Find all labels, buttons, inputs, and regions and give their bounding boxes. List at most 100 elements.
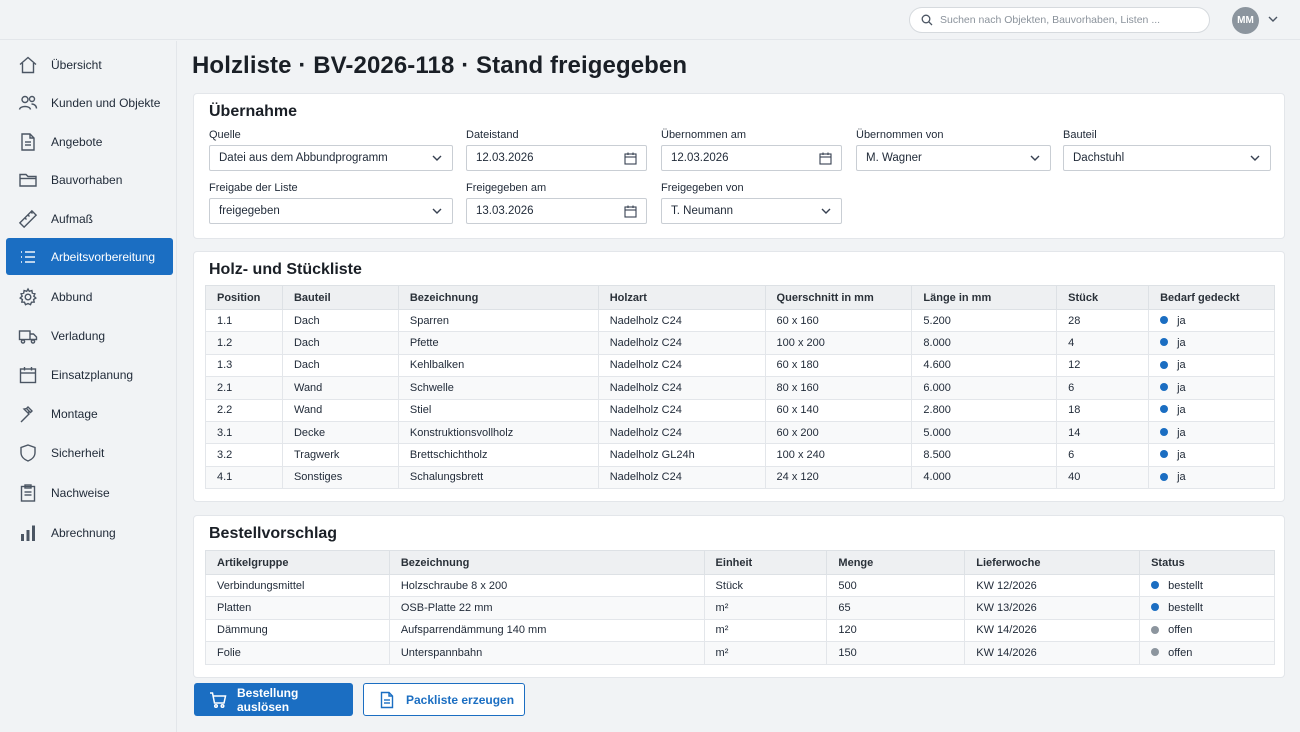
calendar-icon[interactable] — [819, 152, 832, 165]
column-header[interactable]: Bezeichnung — [388, 550, 705, 575]
column-header[interactable]: Bauteil — [281, 285, 399, 310]
sidebar-item-label: Einsatzplanung — [51, 367, 134, 382]
chevron-down-icon[interactable] — [1267, 13, 1279, 25]
freigabe-select[interactable]: freigegeben — [209, 198, 453, 224]
calendar-icon[interactable] — [624, 152, 637, 165]
table-cell: Pfette — [397, 331, 599, 355]
sidebar-item-aufmass[interactable]: Aufmaß — [6, 200, 173, 237]
status-dot-icon — [1160, 315, 1169, 324]
table-row[interactable]: 3.2 Tragwerk Brettschichtholz Nadelholz GL2… — [205, 443, 1275, 467]
calendar-icon[interactable] — [624, 205, 637, 218]
sidebar-item-label: Aufmaß — [51, 211, 94, 226]
column-header[interactable]: Einheit — [703, 550, 828, 575]
uebernahme-title: Übernahme — [209, 103, 298, 120]
bestellvorschlag-title: Bestellvorschlag — [209, 525, 338, 542]
search-box[interactable] — [909, 7, 1210, 33]
table-cell: Dach — [281, 353, 399, 378]
packliste-erzeugen-button[interactable]: Packliste erzeugen — [363, 683, 525, 716]
table-row[interactable]: 1.3 Dach Kehlbalken Nadelholz C24 60 x 180 4.… — [205, 353, 1275, 378]
table-cell: 2.2 — [205, 398, 283, 422]
table-cell: 14 — [1056, 420, 1150, 445]
status-dot-icon — [1151, 603, 1160, 612]
column-header[interactable]: Artikelgruppe — [205, 550, 390, 575]
document-icon — [378, 691, 396, 709]
table-cell: Dach — [281, 308, 399, 333]
table-cell: Schwelle — [397, 376, 599, 400]
sidebar-item-label: Übersicht — [51, 57, 102, 72]
table-cell: Schalungsbrett — [397, 465, 599, 490]
freigegeben-von-select[interactable]: T. Neumann — [661, 198, 842, 224]
table-row[interactable]: Verbindungsmittel Holzschraube 8 x 200 Stü… — [205, 573, 1275, 598]
table-cell: Nadelholz C24 — [597, 353, 766, 378]
bestellung-ausloesen-label: Bestellung auslösen — [237, 685, 299, 714]
table-row[interactable]: 1.2 Dach Pfette Nadelholz C24 100 x 200 8.000… — [205, 331, 1275, 355]
status-text: ja — [1177, 471, 1186, 484]
freigegeben-am-value: 13.03.2026 — [476, 205, 534, 217]
dateistand-date-field[interactable]: 12.03.2026 — [466, 145, 647, 171]
table-cell: offen — [1139, 618, 1275, 643]
column-header[interactable]: Bezeichnung — [397, 285, 599, 310]
sidebar-item-angebote[interactable]: Angebote — [6, 123, 173, 160]
avatar[interactable]: MM — [1232, 7, 1259, 34]
sidebar-item-bauvorhaben[interactable]: Bauvorhaben — [6, 161, 173, 198]
table-cell: 3.1 — [205, 420, 283, 445]
bestellung-ausloesen-button[interactable]: Bestellung auslösen — [194, 683, 353, 716]
uebernommen-von-label: Übernommen von — [856, 129, 944, 141]
column-header[interactable]: Querschnitt in mm — [764, 285, 913, 310]
table-row[interactable]: 3.1 Decke Konstruktionsvollholz Nadelholz C… — [205, 420, 1275, 445]
calendar-icon — [18, 365, 38, 385]
uebernommen-am-date-field[interactable]: 12.03.2026 — [661, 145, 842, 171]
table-row[interactable]: 4.1 Sonstiges Schalungsbrett Nadelholz C24 2… — [205, 465, 1275, 490]
table-row[interactable]: Folie Unterspannbahn m² 150 KW 14/2026 offen — [205, 641, 1275, 665]
sidebar-item-verladung[interactable]: Verladung — [6, 317, 173, 354]
search-input[interactable] — [940, 14, 1195, 26]
table-row[interactable]: 2.1 Wand Schwelle Nadelholz C24 80 x 160 6.00… — [205, 376, 1275, 400]
column-header[interactable]: Menge — [826, 550, 966, 575]
status-text: bestellt — [1168, 579, 1203, 592]
sidebar-item-kunden[interactable]: Kunden und Objekte — [6, 84, 173, 121]
column-header[interactable]: Holzart — [597, 285, 766, 310]
sidebar-item-abrechnung[interactable]: Abrechnung — [6, 514, 173, 551]
uebernommen-am-value: 12.03.2026 — [671, 152, 729, 164]
quelle-select[interactable]: Datei aus dem Abbundprogramm — [209, 145, 453, 171]
status-text: ja — [1177, 404, 1186, 417]
table-cell: 60 x 200 — [764, 420, 913, 445]
sidebar-item-sicherheit[interactable]: Sicherheit — [6, 434, 173, 471]
column-header[interactable]: Länge in mm — [911, 285, 1058, 310]
table-header-row: Artikelgruppe Bezeichnung Einheit Menge … — [205, 550, 1275, 575]
uebernommen-am-label: Übernommen am — [661, 129, 746, 141]
chevron-down-icon — [821, 208, 831, 214]
freigegeben-am-date-field[interactable]: 13.03.2026 — [466, 198, 647, 224]
sidebar-item-label: Montage — [51, 406, 98, 421]
bauteil-select[interactable]: Dachstuhl — [1063, 145, 1271, 171]
column-header[interactable]: Bedarf gedeckt — [1148, 285, 1275, 310]
sidebar-item-nachweise[interactable]: Nachweise — [6, 474, 173, 511]
table-cell: OSB-Platte 22 mm — [388, 596, 705, 620]
sidebar-item-montage[interactable]: Montage — [6, 395, 173, 432]
sidebar-item-einsatzplanung[interactable]: Einsatzplanung — [6, 356, 173, 393]
freigabe-label: Freigabe der Liste — [209, 182, 298, 194]
status-text: offen — [1168, 646, 1193, 659]
sidebar-item-abbund[interactable]: Abbund — [6, 278, 173, 315]
sidebar-item-uebersicht[interactable]: Übersicht — [6, 46, 173, 83]
sidebar-item-label: Arbeitsvorbereitung — [51, 249, 156, 264]
table-row[interactable]: Dämmung Aufsparrendämmung 140 mm m² 120 KW 1… — [205, 618, 1275, 643]
table-cell: Dämmung — [205, 618, 390, 643]
table-cell: 120 — [826, 618, 966, 643]
page-title: Holzliste · BV-2026-118 · Stand freigege… — [192, 52, 688, 79]
table-cell: 1.3 — [205, 353, 283, 378]
uebernommen-von-select[interactable]: M. Wagner — [856, 145, 1051, 171]
home-icon — [18, 55, 38, 75]
sidebar-item-arbeitsvorbereitung[interactable]: Arbeitsvorbereitung — [6, 238, 173, 275]
table-row[interactable]: 1.1 Dach Sparren Nadelholz C24 60 x 160 5.200… — [205, 308, 1275, 333]
table-row[interactable]: Platten OSB-Platte 22 mm m² 65 KW 13/2026 bes… — [205, 596, 1275, 620]
status-text: ja — [1177, 359, 1186, 372]
table-cell: 5.000 — [911, 420, 1058, 445]
sidebar-item-label: Bauvorhaben — [51, 172, 123, 187]
status-dot-icon — [1160, 405, 1169, 414]
column-header[interactable]: Stück — [1056, 285, 1150, 310]
column-header[interactable]: Position — [205, 285, 283, 310]
table-row[interactable]: 2.2 Wand Stiel Nadelholz C24 60 x 140 2.800 18… — [205, 398, 1275, 422]
column-header[interactable]: Status — [1139, 550, 1275, 575]
column-header[interactable]: Lieferwoche — [964, 550, 1141, 575]
